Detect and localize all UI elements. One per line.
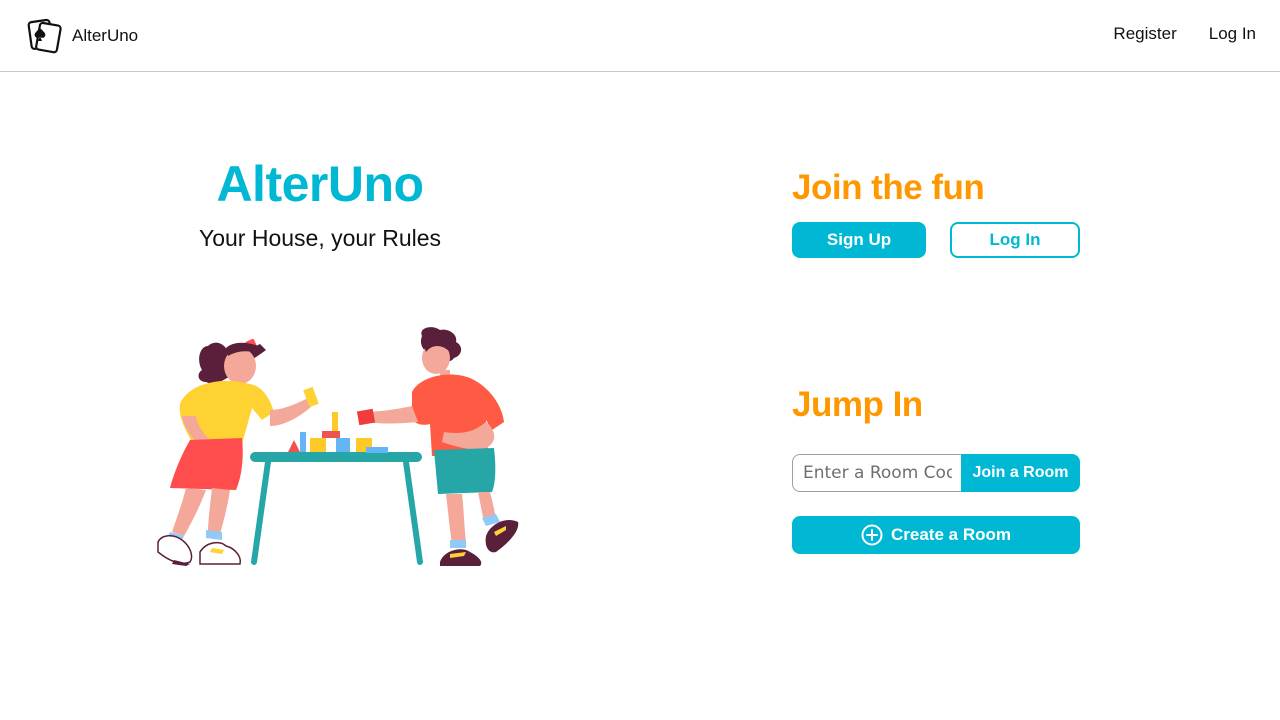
brand-name: AlterUno	[72, 26, 139, 45]
join-heading: Join the fun	[792, 168, 985, 207]
hero-title: AlterUno	[216, 156, 424, 212]
join-room-button[interactable]: Join a Room	[961, 454, 1080, 492]
create-room-button[interactable]: Create a Room	[792, 516, 1080, 554]
top-navbar: AlterUno Register Log In	[0, 0, 1280, 72]
login-button[interactable]: Log In	[950, 222, 1080, 258]
nav-register-link[interactable]: Register	[1113, 24, 1176, 44]
plus-circle-icon	[861, 524, 883, 546]
nav-login-link[interactable]: Log In	[1209, 24, 1256, 44]
room-code-input[interactable]	[792, 454, 962, 492]
playing-card-spade-icon	[27, 18, 62, 54]
two-kids-playing-blocks-illustration	[157, 327, 519, 566]
jump-heading: Jump In	[792, 385, 923, 424]
hero-subtitle: Your House, your Rules	[198, 225, 442, 251]
signup-button[interactable]: Sign Up	[792, 222, 926, 258]
create-room-label: Create a Room	[891, 525, 1011, 544]
nav-links: Register Log In	[1113, 24, 1256, 44]
brand[interactable]: AlterUno	[26, 18, 138, 54]
